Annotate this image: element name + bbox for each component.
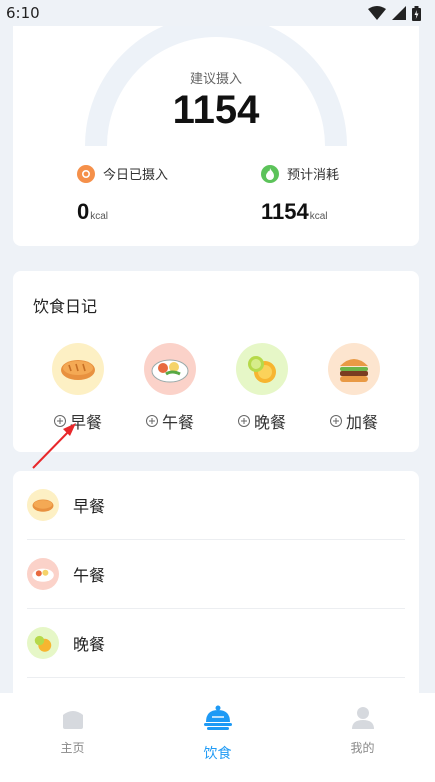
suggested-intake-value: 1154 <box>172 88 260 132</box>
today-intake-stat: 今日已摄入 0kcal <box>77 164 168 225</box>
list-item-label: 早餐 <box>73 497 106 516</box>
wifi-icon <box>368 6 386 20</box>
status-time: 6:10 <box>6 4 40 22</box>
battery-icon <box>412 5 421 21</box>
bottom-tab-bar: 主页 饮食 我的 <box>0 693 435 782</box>
meal-slot-lunch[interactable]: 午餐 <box>135 343 205 433</box>
today-intake-unit: kcal <box>90 211 109 222</box>
tab-diet[interactable]: 饮食 <box>145 693 290 782</box>
meal-label: 晚餐 <box>253 413 286 432</box>
today-intake-label: 今日已摄入 <box>103 168 169 183</box>
meal-slot-snack[interactable]: 加餐 <box>319 343 389 433</box>
tab-diet-label: 饮食 <box>203 746 232 762</box>
tab-home-label: 主页 <box>60 741 85 755</box>
tab-profile-label: 我的 <box>350 741 375 755</box>
pointer-arrow <box>32 423 76 469</box>
add-snack-button[interactable]: 加餐 <box>319 409 389 433</box>
food-cloche-icon <box>203 705 232 730</box>
add-lunch-button[interactable]: 午餐 <box>135 409 205 433</box>
meal-slot-dinner[interactable]: 晚餐 <box>227 343 297 433</box>
intake-summary-card: 建议摄入 1154 今日已摄入 0kcal 预计消耗 1154kcal <box>13 26 419 246</box>
meal-label: 午餐 <box>161 413 194 432</box>
status-bar: 6:10 <box>0 0 435 26</box>
tab-profile[interactable]: 我的 <box>290 693 435 782</box>
meal-label: 加餐 <box>345 413 378 432</box>
status-icons <box>368 5 421 21</box>
burger-icon[interactable] <box>328 343 380 395</box>
estimated-burn-stat: 预计消耗 1154kcal <box>261 164 339 225</box>
bread-icon <box>27 489 59 521</box>
list-item-lunch[interactable]: 午餐 <box>27 540 405 609</box>
today-intake-value: 0 <box>77 199 90 224</box>
add-circle-icon <box>237 415 250 427</box>
intake-dot-icon <box>77 164 95 183</box>
list-item-label: 晚餐 <box>73 635 106 654</box>
home-icon <box>62 711 83 729</box>
flame-icon <box>261 164 279 183</box>
add-dinner-button[interactable]: 晚餐 <box>227 409 297 433</box>
tab-home[interactable]: 主页 <box>0 693 145 782</box>
user-icon <box>351 707 374 729</box>
orange-icon[interactable] <box>236 343 288 395</box>
suggested-intake-label: 建议摄入 <box>189 72 242 87</box>
estimated-burn-label: 预计消耗 <box>287 168 340 183</box>
add-circle-icon <box>145 415 158 427</box>
meal-list-card: 早餐 午餐 晚餐 <box>13 471 419 701</box>
signal-icon <box>392 6 406 20</box>
list-item-dinner[interactable]: 晚餐 <box>27 609 405 678</box>
lunch-plate-icon <box>27 558 59 590</box>
estimated-burn-value: 1154 <box>261 199 309 224</box>
orange-icon <box>27 627 59 659</box>
list-item-breakfast[interactable]: 早餐 <box>27 471 405 540</box>
lunch-plate-icon[interactable] <box>144 343 196 395</box>
diet-diary-title: 饮食日记 <box>33 297 98 316</box>
add-circle-icon <box>329 415 342 427</box>
list-item-label: 午餐 <box>73 566 106 585</box>
bread-icon[interactable] <box>52 343 104 395</box>
estimated-burn-unit: kcal <box>309 211 328 222</box>
